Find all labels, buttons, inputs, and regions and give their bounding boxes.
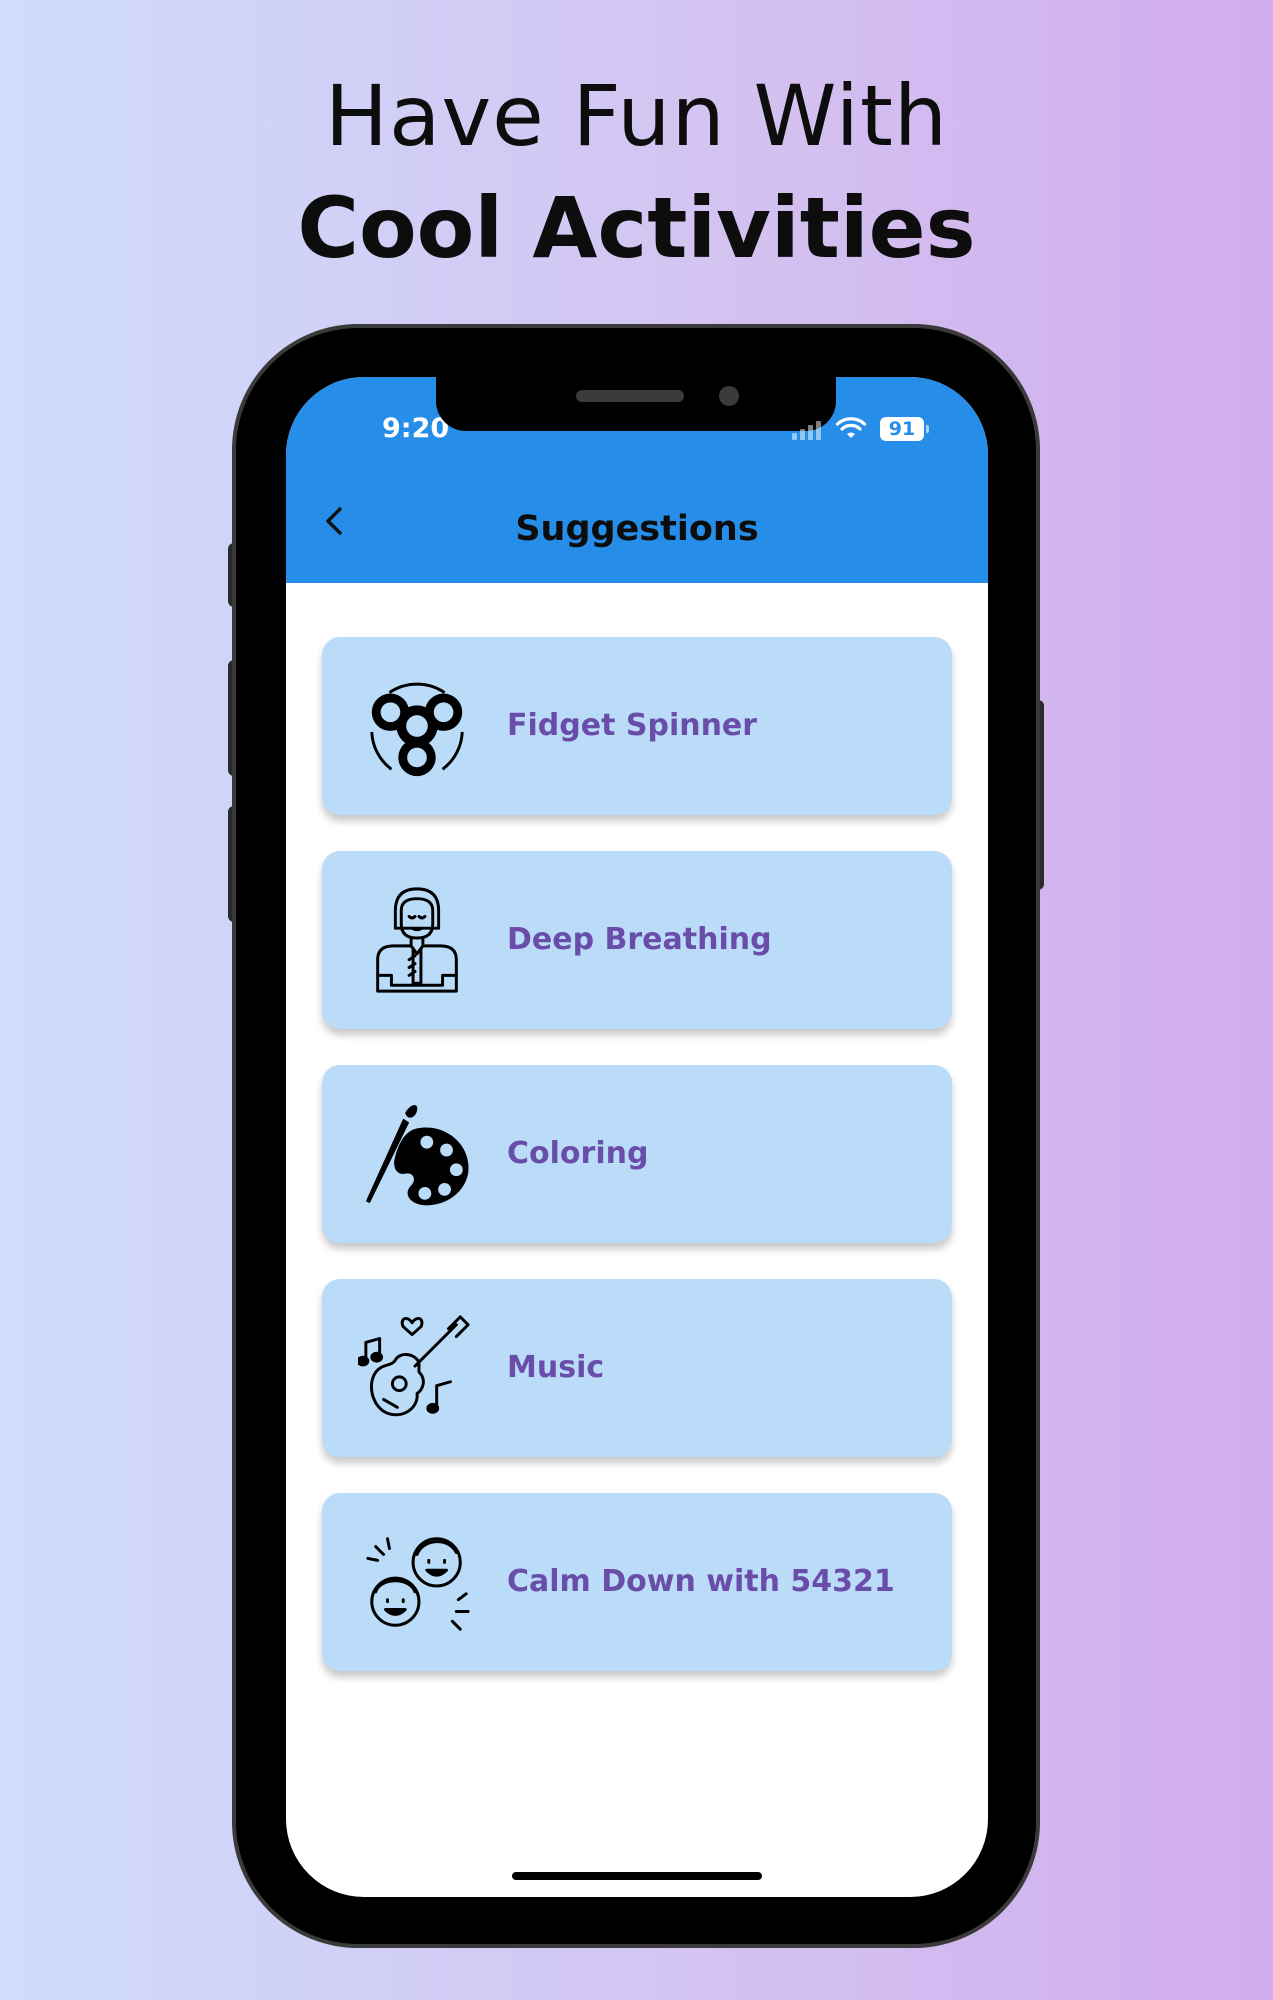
wifi-icon	[836, 417, 866, 438]
battery-indicator: 91	[880, 417, 929, 441]
status-time: 9:20	[382, 413, 450, 444]
headline-line-1: Have Fun With	[324, 67, 949, 165]
home-indicator[interactable]	[512, 1872, 762, 1880]
fidget-spinner-icon	[370, 682, 464, 777]
activity-card-calm-down[interactable]: Calm Down with 54321	[322, 1493, 952, 1671]
activity-card-music[interactable]: Music	[322, 1279, 952, 1457]
notch	[436, 377, 836, 431]
activity-label: Calm Down with 54321	[507, 1564, 895, 1599]
paint-palette-icon	[365, 1105, 469, 1206]
headline-line-2: Cool Activities	[297, 179, 976, 277]
app-bar: 9:20 91 Suggestions	[286, 377, 988, 583]
signal-icon	[792, 421, 821, 440]
page-title: Suggestions	[515, 509, 759, 549]
phone-screen: 9:20 91 Suggestions Fidget Spinner Deep …	[286, 377, 988, 1897]
promo-headline: Have Fun With Cool Activities	[0, 60, 1273, 284]
front-camera	[719, 386, 739, 406]
activity-label: Music	[507, 1350, 605, 1385]
activity-card-fidget-spinner[interactable]: Fidget Spinner	[322, 637, 952, 815]
activity-label: Fidget Spinner	[507, 708, 758, 743]
happy-faces-icon	[366, 1537, 470, 1631]
activity-card-deep-breathing[interactable]: Deep Breathing	[322, 851, 952, 1029]
activity-label: Coloring	[507, 1136, 649, 1171]
guitar-music-icon	[358, 1315, 470, 1417]
activity-label: Deep Breathing	[507, 922, 772, 957]
status-icons: 91	[790, 417, 930, 443]
activity-card-coloring[interactable]: Coloring	[322, 1065, 952, 1243]
meditating-person-icon	[376, 887, 458, 993]
speaker-grille	[576, 390, 684, 402]
